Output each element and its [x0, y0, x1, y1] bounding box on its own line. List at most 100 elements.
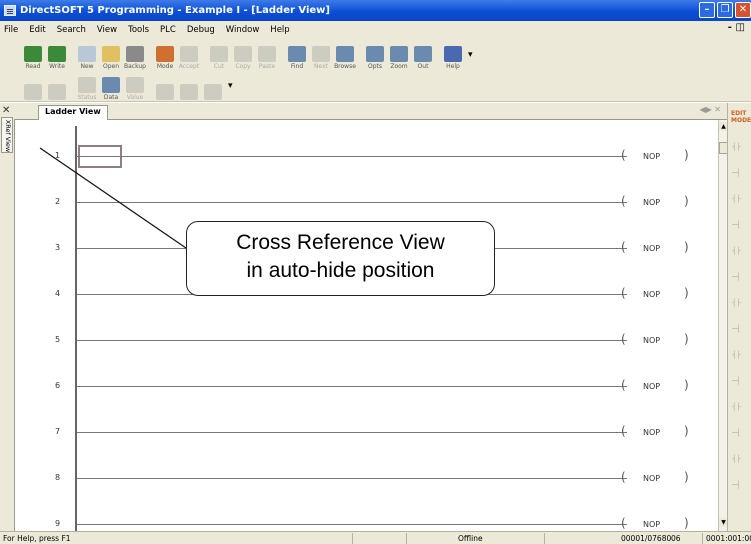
palette-instruction-icon[interactable]: ─┤	[732, 273, 750, 289]
toolbar-button-label: New	[80, 63, 94, 70]
status-help: For Help, press F1	[3, 534, 71, 543]
browse-icon	[336, 46, 354, 62]
menu-bar: File Edit Search View Tools PLC Debug Wi…	[0, 21, 751, 38]
rung-number: 7	[55, 427, 61, 436]
ladder-rung[interactable]: 6 (NOP)	[15, 376, 719, 396]
rung-wire	[77, 202, 627, 203]
callout-line-1: Cross Reference View	[236, 231, 445, 254]
read-button[interactable]: Read	[22, 46, 44, 70]
menu-search[interactable]: Search	[57, 25, 86, 35]
coil-instruction[interactable]: (NOP)	[621, 194, 691, 210]
menu-debug[interactable]: Debug	[187, 25, 215, 35]
palette-instruction-icon[interactable]: ─┤	[732, 221, 750, 237]
copy-button[interactable]: Copy	[232, 46, 254, 70]
menu-view[interactable]: View	[97, 25, 117, 35]
window-title: DirectSOFT 5 Programming - Example I - […	[20, 5, 330, 16]
auto-hide-strip: ✕ XRef View	[0, 103, 14, 531]
toolbar-button-label: Backup	[124, 63, 146, 70]
coil-left-bracket: (	[621, 286, 626, 300]
rung-wire	[77, 386, 627, 387]
rung-wire	[77, 524, 627, 525]
find-button[interactable]: Find	[286, 46, 308, 70]
new-icon	[78, 46, 96, 62]
value-button[interactable]: Value	[124, 77, 146, 101]
help-button[interactable]: Help	[442, 46, 464, 70]
minimize-button[interactable]: –	[699, 2, 715, 18]
next-button[interactable]: Next	[310, 46, 332, 70]
palette-instruction-icon[interactable]: ┤├	[732, 143, 750, 159]
palette-instruction-icon[interactable]: ─┤	[732, 377, 750, 393]
palette-instruction-icon[interactable]: ┤├	[732, 195, 750, 211]
tab-controls-icon[interactable]: ◀▶ ✕	[699, 105, 721, 114]
palette-instruction-icon[interactable]: ─┤	[732, 429, 750, 445]
disabled-icon-2-button[interactable]	[46, 84, 68, 101]
coil-instruction[interactable]: (NOP)	[621, 286, 691, 302]
close-pane-icon[interactable]: ✕	[2, 105, 10, 116]
tab-ladder-view[interactable]: Ladder View	[38, 105, 108, 120]
palette-instruction-icon[interactable]: ┤├	[732, 455, 750, 471]
accept-button[interactable]: Accept	[178, 46, 200, 70]
coil-left-bracket: (	[621, 332, 626, 346]
palette-instruction-icon[interactable]: ┤├	[732, 403, 750, 419]
backup-button[interactable]: Backup	[124, 46, 146, 70]
menu-edit[interactable]: Edit	[29, 25, 45, 35]
zoom-out-button[interactable]: Out	[412, 46, 434, 70]
xref-view-tab[interactable]: XRef View	[1, 117, 13, 153]
vertical-scrollbar[interactable]: ▲ ▼	[718, 120, 728, 531]
disabled-icon-4-button[interactable]	[178, 84, 200, 101]
toolbar-button-label: Data	[103, 94, 119, 101]
menu-window[interactable]: Window	[226, 25, 260, 35]
close-button[interactable]: ✕	[735, 2, 751, 18]
ladder-rung[interactable]: 8 (NOP)	[15, 468, 719, 488]
disabled-icon-4	[180, 84, 198, 100]
disabled-icon-1-button[interactable]	[22, 84, 44, 101]
options-button[interactable]: Opts	[364, 46, 386, 70]
write-button[interactable]: Write	[46, 46, 68, 70]
coil-instruction[interactable]: (NOP)	[621, 516, 691, 532]
restore-button[interactable]: ❐	[717, 2, 733, 18]
open-button[interactable]: Open	[100, 46, 122, 70]
coil-instruction[interactable]: (NOP)	[621, 470, 691, 486]
document-tab-row: Ladder View ◀▶ ✕	[14, 103, 727, 120]
coil-instruction[interactable]: (NOP)	[621, 240, 691, 256]
coil-instruction[interactable]: (NOP)	[621, 378, 691, 394]
coil-instruction[interactable]: (NOP)	[621, 424, 691, 440]
browse-button[interactable]: Browse	[334, 46, 356, 70]
ladder-rung[interactable]: 7 (NOP)	[15, 422, 719, 442]
coil-instruction[interactable]: (NOP)	[621, 148, 691, 164]
mdi-restore-icon[interactable]: - ◫	[728, 22, 745, 33]
menu-plc[interactable]: PLC	[160, 25, 176, 35]
edit-mode-button[interactable]: Mode	[154, 46, 176, 70]
ladder-rung[interactable]: 2 (NOP)	[15, 192, 719, 212]
status-button[interactable]: Status	[76, 77, 98, 101]
ladder-rung[interactable]: 1 (NOP)	[15, 146, 719, 166]
palette-instruction-icon[interactable]: ┤├	[732, 247, 750, 263]
coil-instruction[interactable]: (NOP)	[621, 332, 691, 348]
palette-instruction-icon[interactable]: ┤├	[732, 351, 750, 367]
palette-instruction-icon[interactable]: ─┤	[732, 481, 750, 497]
disabled-icon-5-button[interactable]	[202, 84, 224, 101]
menu-tools[interactable]: Tools	[128, 25, 149, 35]
disabled-icon-2	[48, 84, 66, 100]
new-button[interactable]: New	[76, 46, 98, 70]
toolbar-button-label: Next	[314, 63, 328, 70]
next-icon	[312, 46, 330, 62]
palette-instruction-icon[interactable]: ─┤	[732, 169, 750, 185]
toolbar-overflow-icon[interactable]: ▾	[228, 81, 233, 91]
cut-button[interactable]: Cut	[208, 46, 230, 70]
palette-instruction-icon[interactable]: ┤├	[732, 299, 750, 315]
disabled-icon-3-button[interactable]	[154, 84, 176, 101]
zoom-button[interactable]: Zoom	[388, 46, 410, 70]
palette-instruction-icon[interactable]: ─┤	[732, 325, 750, 341]
read-icon	[24, 46, 42, 62]
toolbar-overflow-icon[interactable]: ▾	[468, 50, 473, 60]
data-button[interactable]: Data	[100, 77, 122, 101]
menu-file[interactable]: File	[4, 25, 18, 35]
paste-button[interactable]: Paste	[256, 46, 278, 70]
ladder-rung[interactable]: 5 (NOP)	[15, 330, 719, 350]
rung-number: 4	[55, 289, 61, 298]
toolbar-button-label: Write	[49, 63, 65, 70]
menu-help[interactable]: Help	[270, 25, 289, 35]
ladder-view[interactable]: 1 (NOP) 2 (NOP) 3 (NOP) 4 (NOP) 5 (NOP) 6 (NOP) 7 (NO…	[14, 120, 718, 531]
disabled-icon-3	[156, 84, 174, 100]
